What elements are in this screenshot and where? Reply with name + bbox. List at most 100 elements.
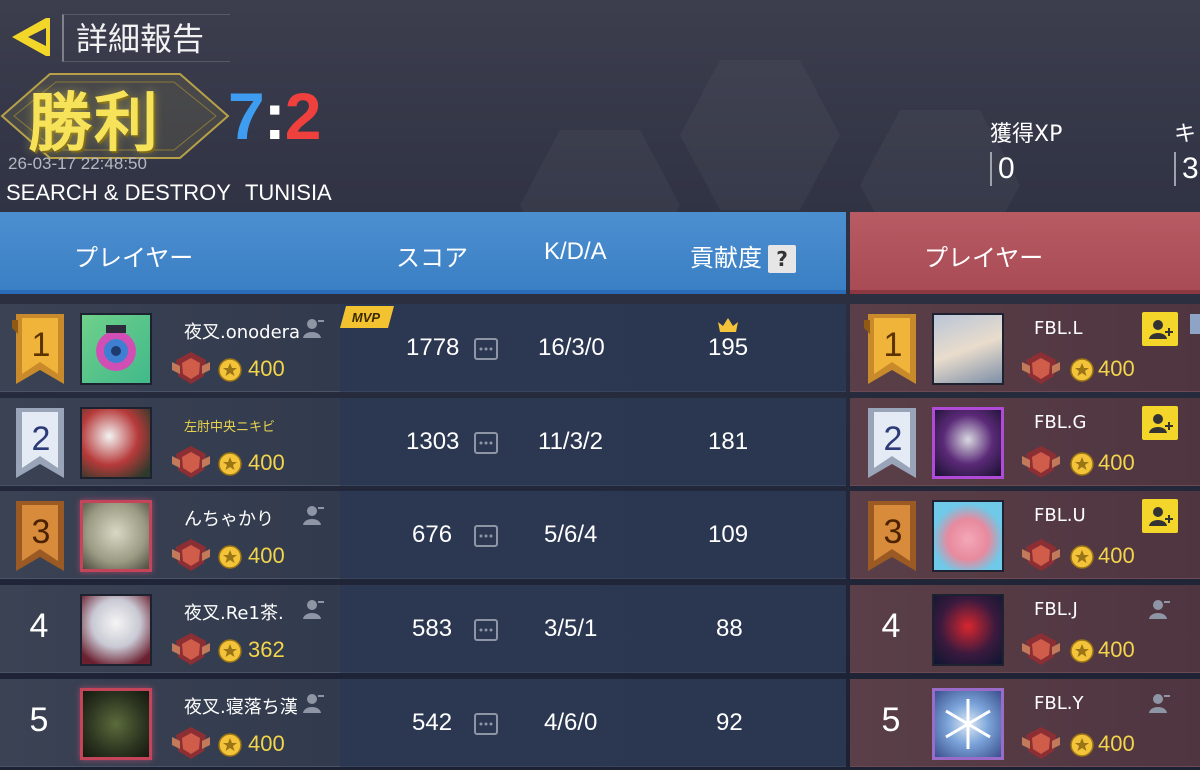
friend-icon[interactable] <box>300 503 326 527</box>
red-row-3[interactable]: 3 FBL.U 400 <box>850 491 1200 579</box>
friend-icon[interactable] <box>1146 691 1172 715</box>
player-name: FBL.U <box>1034 505 1086 526</box>
player-name: 左肘中央ニキビ <box>184 420 276 435</box>
kda-value: 11/3/2 <box>538 428 603 455</box>
red-row-4[interactable]: 4 FBL.J 400 <box>850 585 1200 673</box>
score-value: 583 <box>412 615 453 642</box>
level-coin-icon <box>1070 358 1094 382</box>
level-coin-icon <box>1070 452 1094 476</box>
red-row-1[interactable]: 1 FBL.L 400 <box>850 304 1200 392</box>
match-score: 7:2 <box>228 78 322 154</box>
avatar[interactable] <box>932 313 1004 385</box>
contribution-value: 92 <box>716 709 743 736</box>
edge-tab <box>1190 314 1200 334</box>
chat-icon[interactable] <box>474 525 498 547</box>
red-row-5[interactable]: 5 FBL.Y 400 <box>850 679 1200 767</box>
avatar[interactable] <box>80 688 152 760</box>
level-coin-icon <box>1070 545 1094 569</box>
rank-number: 4 <box>29 607 49 645</box>
add-friend-button[interactable] <box>1142 406 1178 440</box>
player-name: FBL.Y <box>1034 693 1084 714</box>
blue-row-3[interactable]: 3 んちゃかり 400 676 5/6/4 109 <box>0 491 846 579</box>
stat-value: 0 <box>990 152 1062 186</box>
add-friend-icon <box>1147 504 1173 528</box>
rank-emblem-icon <box>1022 350 1060 386</box>
avatar[interactable] <box>932 594 1004 666</box>
level-coin-icon <box>218 545 242 569</box>
player-level: 400 <box>248 543 285 568</box>
blue-row-2[interactable]: 2 左肘中央ニキビ 400 1303 11/3/2 181 <box>0 398 846 486</box>
mvp-badge-icon: MVP <box>340 306 394 328</box>
stat-label: キ <box>1174 122 1197 147</box>
player-level: 400 <box>248 731 285 756</box>
back-button[interactable] <box>6 14 52 60</box>
rank-number: 3 <box>883 513 903 551</box>
level-coin-icon <box>1070 733 1094 757</box>
rank-emblem-icon <box>172 725 210 761</box>
avatar[interactable] <box>932 407 1004 479</box>
red-row-2[interactable]: 2 FBL.G 400 <box>850 398 1200 486</box>
level-coin-icon <box>218 639 242 663</box>
blue-row-1[interactable]: 1 夜叉.onodera 400 MVP 1778 16/3/0 195 <box>0 304 846 392</box>
player-level: 400 <box>1098 356 1135 381</box>
blue-row-5[interactable]: 5 夜叉.寝落ち漢 400 542 4/6/0 92 <box>0 679 846 767</box>
add-friend-button[interactable] <box>1142 312 1178 346</box>
page-title: 詳細報告 <box>62 14 230 62</box>
player-name: 夜叉.Re1茶. <box>184 603 284 624</box>
rank-number: 4 <box>881 607 901 645</box>
col-score: スコア <box>396 244 468 272</box>
score-separator: : <box>263 79 286 153</box>
rank-emblem-icon <box>1022 444 1060 480</box>
level-coin-icon <box>1070 639 1094 663</box>
player-name: FBL.G <box>1034 412 1087 433</box>
avatar[interactable] <box>80 313 152 385</box>
friend-icon[interactable] <box>300 597 326 621</box>
help-icon[interactable]: ? <box>768 245 796 273</box>
add-friend-button[interactable] <box>1142 499 1178 533</box>
rank-emblem-icon <box>172 537 210 573</box>
map-name: TUNISIA <box>244 180 332 205</box>
col-kda: K/D/A <box>544 238 607 265</box>
avatar[interactable] <box>932 500 1004 572</box>
back-arrow-icon <box>12 18 50 56</box>
rank-emblem-icon <box>1022 537 1060 573</box>
avatar[interactable] <box>80 594 152 666</box>
rank-number: 2 <box>31 420 51 458</box>
col-player: プレイヤー <box>74 244 194 272</box>
contribution-value: 88 <box>716 615 743 642</box>
blue-row-4[interactable]: 4 夜叉.Re1茶. 362 583 3/5/1 88 <box>0 585 846 673</box>
friend-icon[interactable] <box>300 316 326 340</box>
chat-icon[interactable] <box>474 619 498 641</box>
kda-value: 5/6/4 <box>544 521 598 548</box>
col-contribution: 貢献度? <box>690 238 796 273</box>
score-value: 1778 <box>406 334 460 361</box>
player-level: 362 <box>248 637 285 662</box>
score-blue: 7 <box>228 79 265 153</box>
player-name: FBL.L <box>1034 318 1083 339</box>
player-level: 400 <box>1098 543 1135 568</box>
chat-icon[interactable] <box>474 432 498 454</box>
avatar[interactable] <box>80 407 152 479</box>
friend-icon[interactable] <box>1146 597 1172 621</box>
chat-icon[interactable] <box>474 338 498 360</box>
friend-icon[interactable] <box>300 691 326 715</box>
score-red: 2 <box>284 79 322 153</box>
score-value: 542 <box>412 709 453 736</box>
chat-icon[interactable] <box>474 713 498 735</box>
player-level: 400 <box>1098 450 1135 475</box>
rank-number: 5 <box>881 701 901 739</box>
rank-number: 2 <box>883 420 903 458</box>
player-name: FBL.J <box>1034 599 1078 620</box>
player-name: 夜叉.寝落ち漢 <box>184 697 298 718</box>
rank-emblem-icon <box>1022 725 1060 761</box>
robot-avatar-icon <box>96 325 136 371</box>
blue-team-header: プレイヤー スコア K/D/A 貢献度? <box>0 212 846 294</box>
player-name: んちゃかり <box>184 509 274 530</box>
level-coin-icon <box>218 452 242 476</box>
avatar[interactable] <box>80 500 152 572</box>
contribution-value: 109 <box>708 521 749 548</box>
avatar[interactable] <box>932 688 1004 760</box>
rank-number: 3 <box>31 513 51 551</box>
score-value: 676 <box>412 521 453 548</box>
snowflake-icon <box>945 699 991 749</box>
